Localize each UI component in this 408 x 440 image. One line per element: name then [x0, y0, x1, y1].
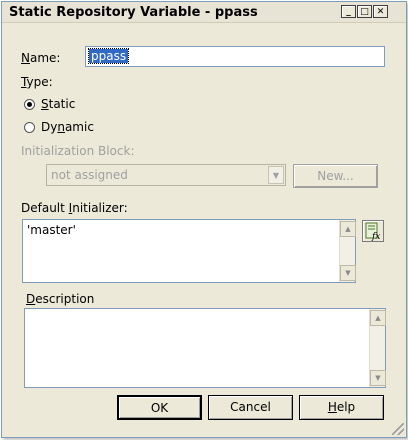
description-label: Description [26, 292, 95, 306]
scroll-up-icon[interactable]: ▲ [370, 310, 386, 326]
default-initializer-textarea[interactable]: 'master' ▲ ▼ [22, 219, 356, 283]
dialog-window: Static Repository Variable - ppass _ □ ✕… [1, 1, 407, 438]
static-radio[interactable] [24, 99, 35, 110]
dynamic-radio-label[interactable]: Dynamic [41, 120, 94, 134]
scroll-down-icon[interactable]: ▼ [370, 370, 386, 386]
resize-grip-icon[interactable] [392, 423, 404, 435]
type-label: Type: [21, 75, 53, 89]
dynamic-radio[interactable] [24, 122, 35, 133]
help-button[interactable]: Help [299, 395, 384, 420]
scroll-down-icon[interactable]: ▼ [340, 265, 356, 281]
new-button: New... [293, 164, 378, 188]
init-block-select: not assigned ▼ [46, 164, 286, 186]
init-block-value: not assigned [51, 168, 128, 182]
name-label: Name: [21, 51, 61, 65]
minimize-button[interactable]: _ [341, 5, 356, 18]
description-scrollbar[interactable]: ▲ ▼ [369, 309, 386, 387]
ok-button[interactable]: OK [117, 395, 202, 420]
name-input-value: ppass [87, 48, 130, 64]
expression-builder-button[interactable]: fx [362, 220, 384, 242]
static-radio-label[interactable]: Static [41, 97, 75, 111]
initializer-scrollbar[interactable]: ▲ ▼ [339, 220, 356, 282]
scroll-up-icon[interactable]: ▲ [340, 221, 356, 237]
radio-selected-dot [27, 102, 32, 107]
name-input[interactable]: ppass [85, 46, 385, 67]
title-bar[interactable]: Static Repository Variable - ppass _ □ ✕ [2, 2, 406, 23]
svg-text:fx: fx [371, 232, 380, 241]
init-block-label: Initialization Block: [21, 144, 135, 158]
default-initializer-label: Default Initializer: [21, 201, 128, 215]
window-title: Static Repository Variable - ppass [9, 5, 258, 20]
expression-builder-icon: fx [365, 222, 380, 242]
cancel-button[interactable]: Cancel [208, 395, 293, 420]
default-initializer-value: 'master' [27, 223, 76, 237]
close-button[interactable]: ✕ [373, 5, 388, 18]
description-textarea[interactable]: ▲ ▼ [24, 308, 386, 388]
dropdown-arrow-icon: ▼ [268, 166, 284, 184]
maximize-button[interactable]: □ [357, 5, 372, 18]
